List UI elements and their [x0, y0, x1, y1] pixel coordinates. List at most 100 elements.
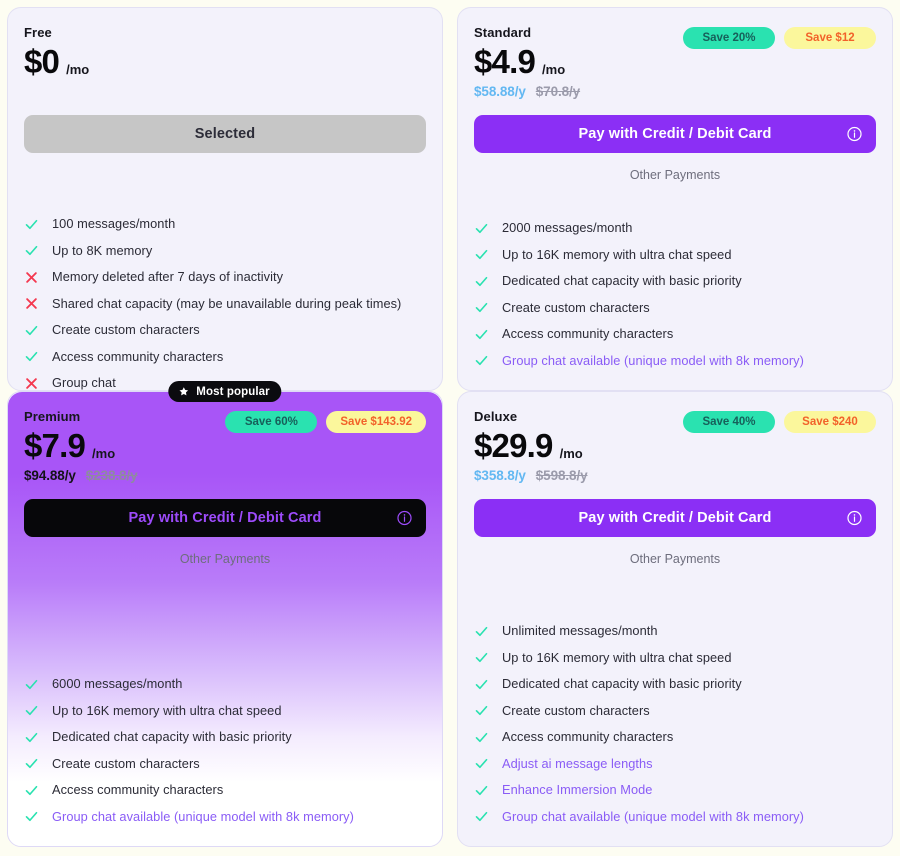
- save-badge-yellow: Save $12: [784, 27, 876, 49]
- feature-label: 2000 messages/month: [502, 220, 633, 236]
- plan-price-monthly: $0: [24, 43, 60, 80]
- plan-price-period: /mo: [559, 446, 583, 461]
- plan-price-period: /mo: [66, 62, 90, 77]
- pay-with-card-button[interactable]: Pay with Credit / Debit Card: [474, 499, 876, 537]
- feature-label: 100 messages/month: [52, 216, 176, 232]
- feature-label: Group chat available (unique model with …: [52, 808, 354, 824]
- check-icon: [474, 300, 489, 315]
- most-popular-label: Most popular: [196, 385, 270, 398]
- star-icon: [176, 385, 190, 399]
- feature-item: Enhance Immersion Mode: [474, 777, 876, 804]
- check-icon: [474, 274, 489, 289]
- feature-label: Create custom characters: [502, 299, 650, 315]
- feature-label: Create custom characters: [52, 322, 200, 338]
- plan-cta-wrap: Pay with Credit / Debit Card: [8, 486, 442, 537]
- feature-item: 6000 messages/month: [24, 671, 426, 698]
- plan-yearly-price: $94.88/y: [24, 468, 76, 483]
- cta-label: Pay with Credit / Debit Card: [578, 126, 772, 142]
- plan-price-row: $0/mo: [24, 42, 426, 82]
- plan-card-standard: Standard $4.9/mo $58.88/y $70.8/y Save 20% Sa…: [457, 7, 893, 391]
- feature-list: Unlimited messages/month Up to 16K memory…: [458, 618, 892, 846]
- feature-item: Up to 8K memory: [24, 238, 426, 265]
- plan-yearly-row: $358.8/y $598.8/y: [474, 468, 876, 486]
- feature-item: Up to 16K memory with ultra chat speed: [474, 242, 876, 269]
- check-icon: [24, 756, 39, 771]
- check-icon: [24, 703, 39, 718]
- feature-item: Memory deleted after 7 days of inactivit…: [24, 264, 426, 291]
- save-badges: Save 40% Save $240: [683, 411, 876, 433]
- feature-label: Access community characters: [52, 348, 224, 364]
- check-icon: [24, 243, 39, 258]
- feature-label: Dedicated chat capacity with basic prior…: [502, 273, 742, 289]
- feature-item: Create custom characters: [24, 751, 426, 778]
- save-badge-yellow: Save $143.92: [326, 411, 426, 433]
- check-icon: [474, 327, 489, 342]
- plan-header: Premium $7.9/mo $94.88/y $238.8/y Save 60% Sa…: [8, 392, 442, 486]
- feature-item: Dedicated chat capacity with basic prior…: [24, 724, 426, 751]
- feature-item: Up to 16K memory with ultra chat speed: [474, 645, 876, 672]
- feature-label: Shared chat capacity (may be unavailable…: [52, 295, 402, 311]
- feature-label: Dedicated chat capacity with basic prior…: [52, 729, 292, 745]
- save-badge-green: Save 20%: [683, 27, 775, 49]
- feature-label: Access community characters: [502, 729, 674, 745]
- plan-header: Standard $4.9/mo $58.88/y $70.8/y Save 20% Sa…: [458, 8, 892, 102]
- plan-yearly-original-price: $598.8/y: [535, 468, 588, 483]
- cta-label: Pay with Credit / Debit Card: [578, 510, 772, 526]
- feature-label: Memory deleted after 7 days of inactivit…: [52, 269, 284, 285]
- plan-card-deluxe: Deluxe $29.9/mo $358.8/y $598.8/y Save 40% Sa…: [457, 391, 893, 847]
- feature-item: Dedicated chat capacity with basic prior…: [474, 268, 876, 295]
- plan-price-monthly: $29.9: [474, 427, 553, 464]
- other-payments-link: [8, 153, 442, 183]
- cross-icon: [24, 296, 39, 311]
- info-circle-icon[interactable]: [396, 510, 413, 527]
- feature-label: Group chat available (unique model with …: [502, 352, 804, 368]
- plan-price-monthly: $4.9: [474, 43, 536, 80]
- save-badge-green: Save 60%: [225, 411, 318, 433]
- other-payments-link[interactable]: Other Payments: [458, 537, 892, 567]
- plan-header: Free $0/mo: [8, 8, 442, 102]
- feature-label: Create custom characters: [52, 755, 200, 771]
- feature-label: Group chat: [52, 375, 116, 391]
- cta-label: Selected: [194, 126, 256, 142]
- check-icon: [474, 703, 489, 718]
- plan-price-period: /mo: [92, 446, 116, 461]
- plan-card-inner: Standard $4.9/mo $58.88/y $70.8/y Save 20% Sa…: [458, 8, 892, 390]
- check-icon: [474, 650, 489, 665]
- feature-item: Dedicated chat capacity with basic prior…: [474, 671, 876, 698]
- feature-list: 6000 messages/month Up to 16K memory with…: [8, 671, 442, 846]
- feature-label: Dedicated chat capacity with basic prior…: [502, 676, 742, 692]
- check-icon: [474, 353, 489, 368]
- check-icon: [474, 677, 489, 692]
- info-circle-icon[interactable]: [846, 510, 863, 527]
- feature-label: Group chat available (unique model with …: [502, 808, 804, 824]
- feature-item: Create custom characters: [474, 295, 876, 322]
- feature-item: Adjust ai message lengths: [474, 751, 876, 778]
- check-icon: [24, 783, 39, 798]
- plan-yearly-row: [24, 84, 426, 102]
- feature-item: Access community characters: [24, 777, 426, 804]
- plan-header: Deluxe $29.9/mo $358.8/y $598.8/y Save 40% Sa…: [458, 392, 892, 486]
- cta-label: Pay with Credit / Debit Card: [128, 510, 322, 526]
- info-circle-icon[interactable]: [846, 126, 863, 143]
- selected-button: Selected: [24, 115, 426, 153]
- feature-item: Create custom characters: [24, 317, 426, 344]
- other-payments-link[interactable]: Other Payments: [458, 153, 892, 183]
- feature-item: Group chat available (unique model with …: [24, 804, 426, 831]
- feature-item: Up to 16K memory with ultra chat speed: [24, 698, 426, 725]
- check-icon: [24, 217, 39, 232]
- save-badges: Save 20% Save $12: [683, 27, 876, 49]
- feature-item: Access community characters: [474, 724, 876, 751]
- other-payments-link[interactable]: Other Payments: [8, 537, 442, 567]
- check-icon: [24, 677, 39, 692]
- feature-item: 2000 messages/month: [474, 215, 876, 242]
- pay-with-card-button[interactable]: Pay with Credit / Debit Card: [474, 115, 876, 153]
- save-badge-yellow: Save $240: [784, 411, 876, 433]
- plan-card-inner: Premium $7.9/mo $94.88/y $238.8/y Save 60% Sa…: [8, 392, 442, 846]
- feature-item: Unlimited messages/month: [474, 618, 876, 645]
- plan-card-premium: Most popular Premium $7.9/mo $94.88/y $238.8…: [7, 381, 443, 847]
- plan-yearly-original-price: $238.8/y: [85, 468, 138, 483]
- feature-label: Unlimited messages/month: [502, 623, 658, 639]
- check-icon: [474, 247, 489, 262]
- pay-with-card-button[interactable]: Pay with Credit / Debit Card: [24, 499, 426, 537]
